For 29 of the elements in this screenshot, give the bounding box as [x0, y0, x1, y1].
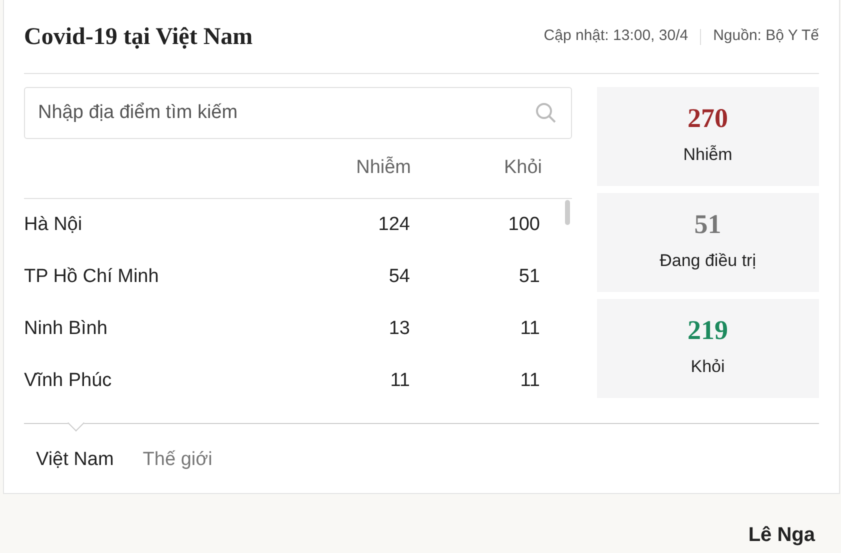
- infected-count: 54: [388, 264, 410, 289]
- place-name: Vĩnh Phúc: [24, 368, 113, 393]
- stat-value: 51: [694, 211, 722, 238]
- infected-count: 11: [389, 368, 410, 393]
- column-header: Nhiễm: [355, 156, 411, 180]
- stat-value: 219: [688, 317, 728, 344]
- search-field[interactable]: Nhập địa điểm tìm kiếm: [24, 87, 572, 139]
- place-name: Ninh Bình: [24, 316, 108, 341]
- tab[interactable]: Việt Nam: [24, 446, 126, 474]
- widget-title: Covid-19 tại Việt Nam: [24, 22, 253, 52]
- update-time: Cập nhật: 13:00, 30/4: [544, 26, 688, 46]
- column-header: Khỏi: [502, 156, 542, 180]
- recovered-count: 51: [518, 264, 540, 289]
- scrollbar-thumb[interactable]: [564, 200, 570, 225]
- stat-value: 270: [688, 105, 728, 132]
- infected-count: 13: [388, 316, 410, 341]
- stat-label: Đang điều trị: [660, 250, 756, 272]
- recovered-count: 11: [519, 316, 540, 341]
- author-name: Lê Nga: [748, 523, 815, 548]
- place-name: Hà Nội: [24, 212, 84, 237]
- tab[interactable]: Thế giới: [130, 446, 224, 474]
- source-text: Nguồn: Bộ Y Tế: [713, 26, 819, 46]
- stat-label: Khỏi: [690, 356, 725, 378]
- search-icon: [534, 102, 557, 124]
- stat-label: Nhiễm: [683, 144, 732, 166]
- recovered-count: 11: [519, 368, 540, 393]
- infected-count: 124: [377, 212, 410, 237]
- place-name: TP Hồ Chí Minh: [24, 264, 160, 289]
- recovered-count: 100: [507, 212, 540, 237]
